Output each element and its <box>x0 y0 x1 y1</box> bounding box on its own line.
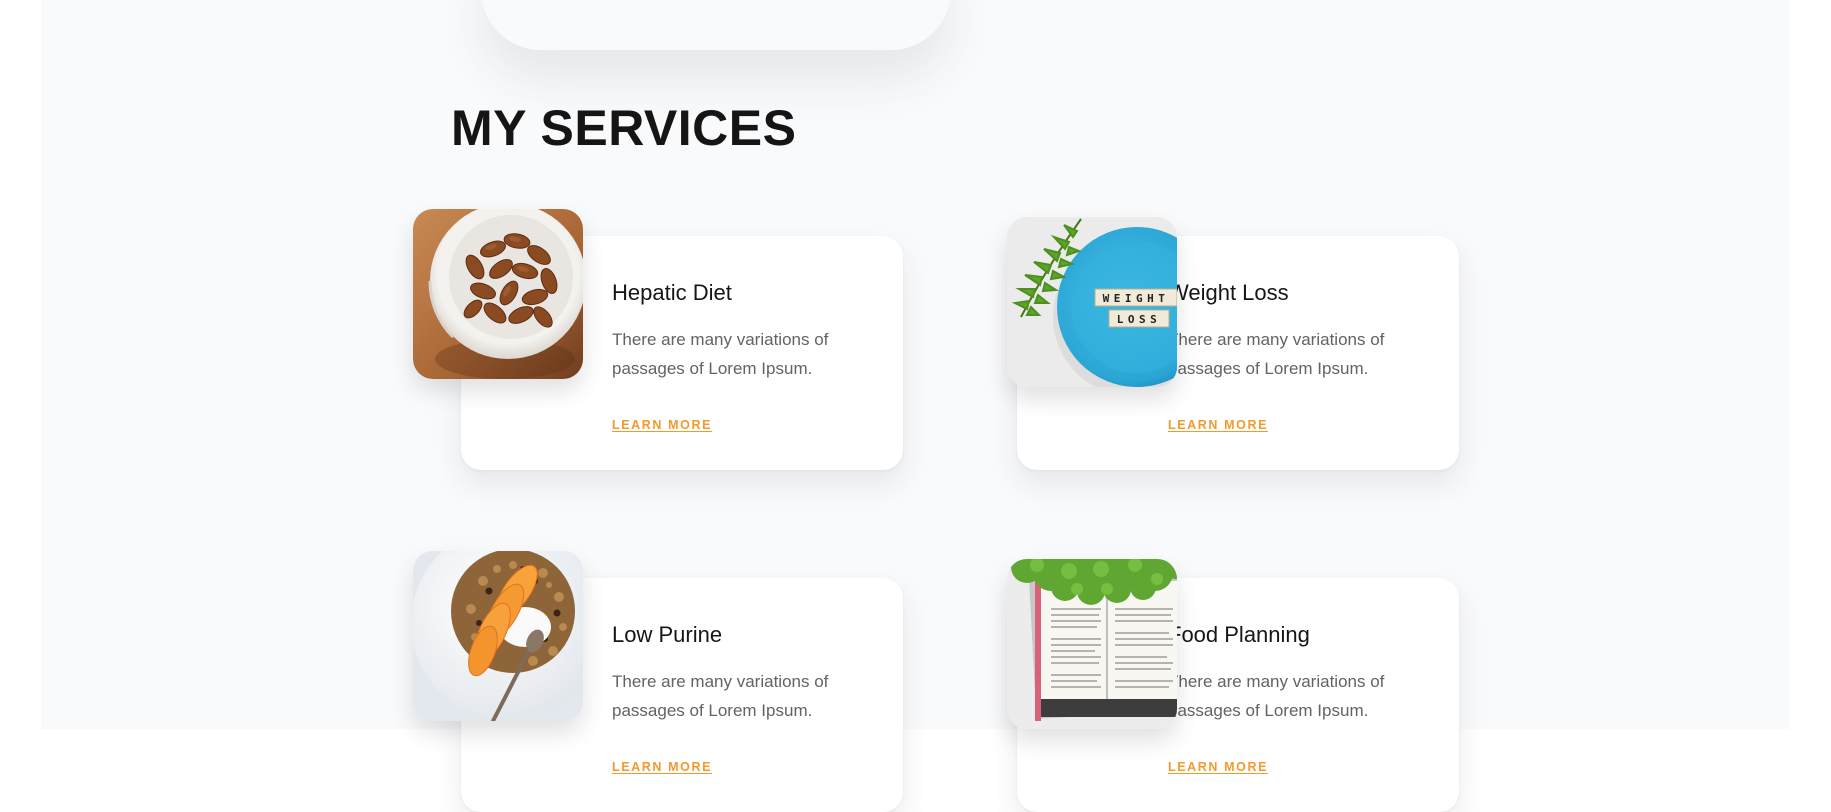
service-title: Weight Loss <box>1168 280 1289 305</box>
service-description: There are many variations of passages of… <box>1168 330 1385 378</box>
section-title: MY SERVICES <box>451 100 797 156</box>
peach-granola-bowl-photo-icon <box>413 551 583 721</box>
learn-more-link[interactable]: LEARN MORE <box>612 418 712 432</box>
service-description: There are many variations of passages of… <box>612 672 829 720</box>
tile-text-loss: LOSS <box>1117 313 1162 326</box>
weight-loss-plate-photo-icon: WEIGHT LOSS <box>1007 217 1177 387</box>
service-description: There are many variations of passages of… <box>612 330 829 378</box>
learn-more-link[interactable]: LEARN MORE <box>612 760 712 774</box>
services-page: MY SERVICES Hepatic Diet There are many … <box>41 0 1790 812</box>
service-description: There are many variations of passages of… <box>1168 672 1385 720</box>
almonds-bowl-photo-icon <box>413 209 583 379</box>
learn-more-link[interactable]: LEARN MORE <box>1168 760 1268 774</box>
previous-section-card-shadow <box>481 0 951 50</box>
open-cookbook-kale-photo-icon <box>1007 559 1177 729</box>
tile-text-weight: WEIGHT <box>1103 292 1170 305</box>
learn-more-link[interactable]: LEARN MORE <box>1168 418 1268 432</box>
service-title: Food Planning <box>1168 622 1310 647</box>
service-title: Hepatic Diet <box>612 280 732 305</box>
service-title: Low Purine <box>612 622 723 647</box>
